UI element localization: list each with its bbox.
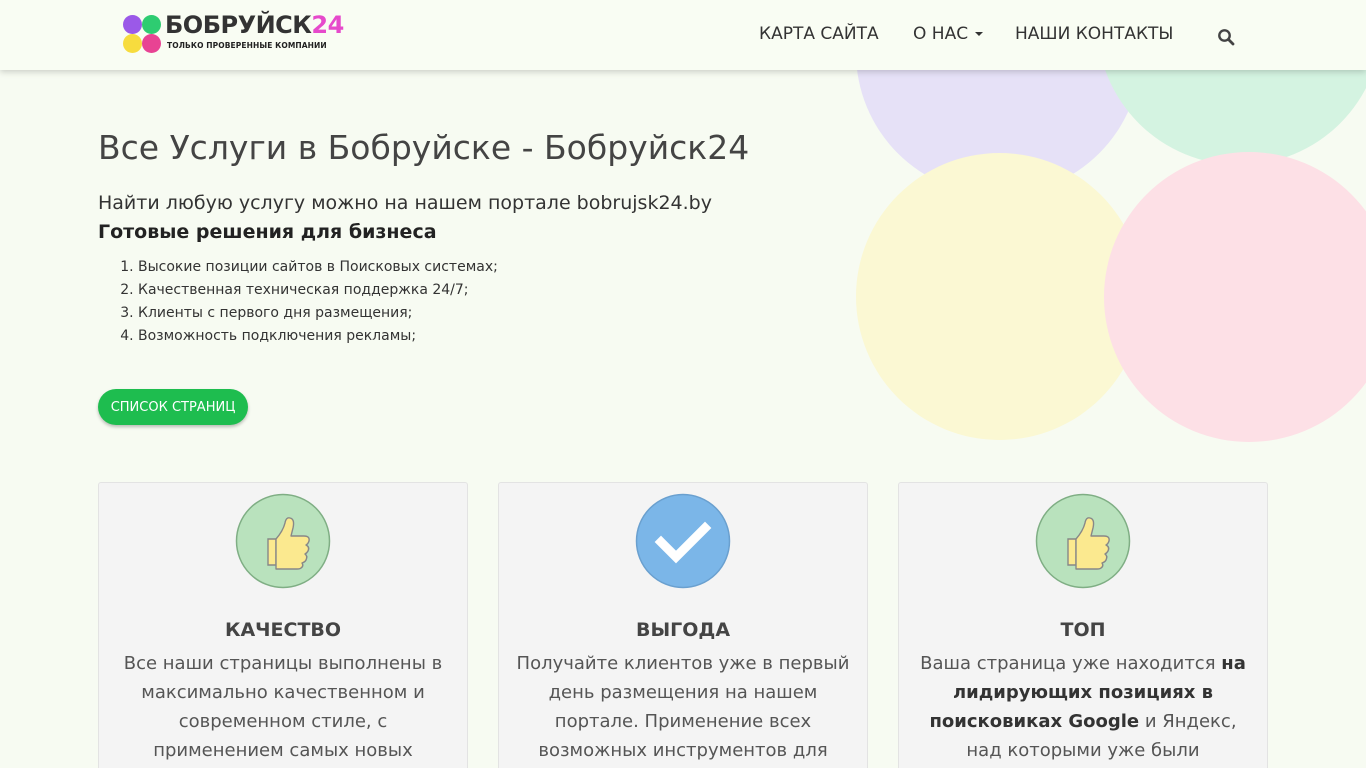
thumbs-up-icon: [1035, 493, 1131, 589]
caret-down-icon: [975, 32, 984, 36]
nav-about-label: О НАС: [913, 24, 969, 44]
benefits-list: Высокие позиции сайтов в Поисковых систе…: [138, 256, 798, 348]
feature-title: Топ: [1060, 619, 1106, 641]
bg-bubble-yellow: [856, 153, 1143, 440]
list-item: Высокие позиции сайтов в Поисковых систе…: [138, 256, 798, 279]
logo-tagline: ТОЛЬКО ПРОВЕРЕННЫЕ КОМПАНИИ: [167, 41, 327, 50]
feature-card-quality: Качество Все наши страницы выполнены в м…: [98, 482, 468, 768]
hero-section: Все Услуги в Бобруйске - Бобруйск24 Найт…: [98, 124, 798, 348]
page-title: Все Услуги в Бобруйске - Бобруйск24: [98, 128, 750, 167]
feature-title: Качество: [224, 619, 342, 641]
logo-dots-icon: [123, 15, 163, 55]
hero-bold-heading: Готовые решения для бизнеса: [98, 221, 437, 243]
thumbs-up-icon: [235, 493, 331, 589]
site-logo[interactable]: БОБРУЙСК24 ТОЛЬКО ПРОВЕРЕННЫЕ КОМПАНИИ: [123, 11, 344, 57]
feature-card-top: Топ Ваша страница уже находится на лидир…: [898, 482, 1268, 768]
page-list-button[interactable]: Список страниц: [98, 389, 248, 425]
feature-card-benefit: Выгода Получайте клиентов уже в первый д…: [498, 482, 868, 768]
feature-title: Выгода: [635, 619, 731, 641]
search-icon[interactable]: [1217, 28, 1235, 46]
nav-sitemap-link[interactable]: КАРТА САЙТА: [759, 24, 879, 44]
top-navbar: БОБРУЙСК24 ТОЛЬКО ПРОВЕРЕННЫЕ КОМПАНИИ К…: [0, 0, 1366, 70]
list-item: Возможность подключения рекламы;: [138, 325, 798, 348]
nav-contacts-link[interactable]: НАШИ КОНТАКТЫ: [1015, 24, 1173, 44]
nav-about-dropdown[interactable]: О НАС: [913, 24, 984, 44]
logo-wordmark: БОБРУЙСК24: [165, 11, 344, 39]
bg-bubble-pink: [1104, 152, 1366, 442]
feature-text: Ваша страница уже находится на лидирующи…: [920, 653, 1246, 761]
feature-text: Все наши страницы выполнены в максимальн…: [123, 653, 443, 761]
hero-subtitle: Найти любую услугу можно на нашем портал…: [98, 192, 712, 214]
list-item: Качественная техническая поддержка 24/7;: [138, 279, 798, 302]
list-item: Клиенты с первого дня размещения;: [138, 302, 798, 325]
checkmark-icon: [635, 493, 731, 589]
feature-text: Получайте клиентов уже в первый день раз…: [516, 653, 850, 761]
